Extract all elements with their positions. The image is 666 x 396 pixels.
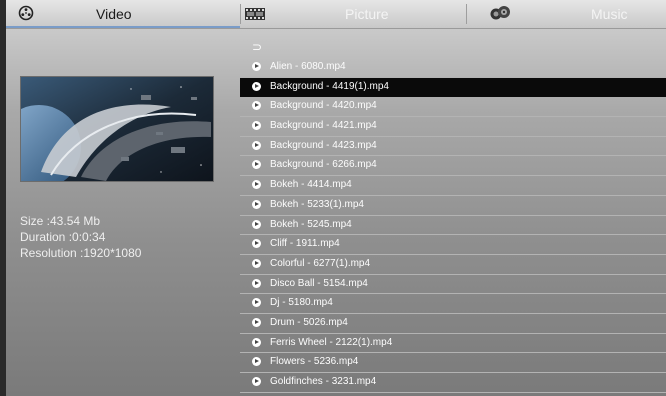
file-name: Drum - 5026.mp4 [270,316,348,328]
file-list-item[interactable]: Cliff - 1911.mp4 [240,235,666,255]
play-bullet-icon [252,81,261,91]
file-list-item[interactable]: Background - 4421.mp4 [240,117,666,137]
film-reel-icon [18,5,34,26]
back-button[interactable]: ⊃ [240,38,666,58]
file-name: Background - 4421.mp4 [270,120,377,132]
play-bullet-icon [252,377,261,386]
file-name: Background - 4423.mp4 [270,139,377,151]
active-tab-indicator [6,26,240,28]
tab-video[interactable]: Video [6,0,240,28]
play-bullet-icon [252,180,261,190]
file-name: Disco Ball - 5154.mp4 [270,277,368,289]
play-bullet-icon [252,140,261,150]
file-name: Ferris Wheel - 2122(1).mp4 [270,336,393,348]
tab-picture-label: Picture [345,6,389,22]
file-name: Flowers - 5236.mp4 [270,356,359,368]
play-bullet-icon [252,199,261,209]
file-name: Bokeh - 5245.mp4 [270,218,352,230]
file-list-item[interactable]: Goldfinches - 3231.mp4 [240,373,666,393]
file-name: Alien - 6080.mp4 [270,61,346,72]
file-name: Background - 4419(1).mp4 [270,80,389,92]
file-list-item[interactable]: Bokeh - 5245.mp4 [240,216,666,236]
file-list-item[interactable]: Background - 4419(1).mp4 [240,77,666,98]
file-duration: Duration :0:0:34 [20,230,106,244]
file-name: Bokeh - 5233(1).mp4 [270,198,364,210]
tab-music-label: Music [591,6,628,22]
film-strip-icon [245,7,265,25]
file-list-item[interactable]: Background - 4420.mp4 [240,97,666,118]
media-player-screen: Video Picture Music Size:43.54 Mb Durat… [6,0,666,396]
play-bullet-icon [252,239,261,249]
file-name: Colorful - 6277(1).mp4 [270,257,371,269]
play-bullet-icon [252,62,261,71]
tab-video-label: Video [96,6,132,22]
file-list-item[interactable]: Alien - 6080.mp4 [240,58,666,78]
file-name: Dj - 5180.mp4 [270,297,333,309]
speaker-icon [489,5,511,26]
file-list-item[interactable]: Background - 4423.mp4 [240,137,666,157]
file-list: ⊃ Alien - 6080.mp4 Background - 4419(1).m… [240,38,666,393]
file-name: Background - 6266.mp4 [270,159,377,171]
file-size: Size :43.54 Mb [20,214,101,228]
play-bullet-icon [252,258,261,268]
file-list-item[interactable]: Drum - 5026.mp4 [240,314,666,334]
tab-music[interactable]: Music [467,0,666,28]
back-arrow-icon: ⊃ [252,40,263,54]
file-list-item[interactable]: Disco Ball - 5154.mp4 [240,275,666,295]
file-list-item[interactable]: Bokeh - 5233(1).mp4 [240,196,666,216]
file-resolution: Resolution :1920*1080 [20,246,142,260]
play-bullet-icon [252,298,261,308]
file-list-item[interactable]: Dj - 5180.mp4 [240,294,666,314]
play-bullet-icon [252,121,261,131]
file-name: Cliff - 1911.mp4 [270,238,340,250]
file-list-item[interactable]: Colorful - 6277(1).mp4 [240,255,666,275]
play-bullet-icon [252,219,261,229]
file-list-item[interactable]: Bokeh - 4414.mp4 [240,176,666,196]
file-list-item[interactable]: Ferris Wheel - 2122(1).mp4 [240,334,666,354]
file-name: Background - 4420.mp4 [270,100,377,112]
file-list-item[interactable]: Background - 6266.mp4 [240,156,666,177]
tab-bar: Video Picture Music [6,0,666,29]
video-thumbnail [20,76,214,182]
file-name: Bokeh - 4414.mp4 [270,179,352,191]
play-bullet-icon [252,278,261,288]
file-name: Goldfinches - 3231.mp4 [270,376,377,387]
play-bullet-icon [252,337,261,347]
play-bullet-icon [252,317,261,327]
play-bullet-icon [252,160,261,170]
tab-picture[interactable]: Picture [241,0,466,28]
play-bullet-icon [252,357,261,367]
play-bullet-icon [252,101,261,111]
file-list-item[interactable]: Flowers - 5236.mp4 [240,353,666,373]
